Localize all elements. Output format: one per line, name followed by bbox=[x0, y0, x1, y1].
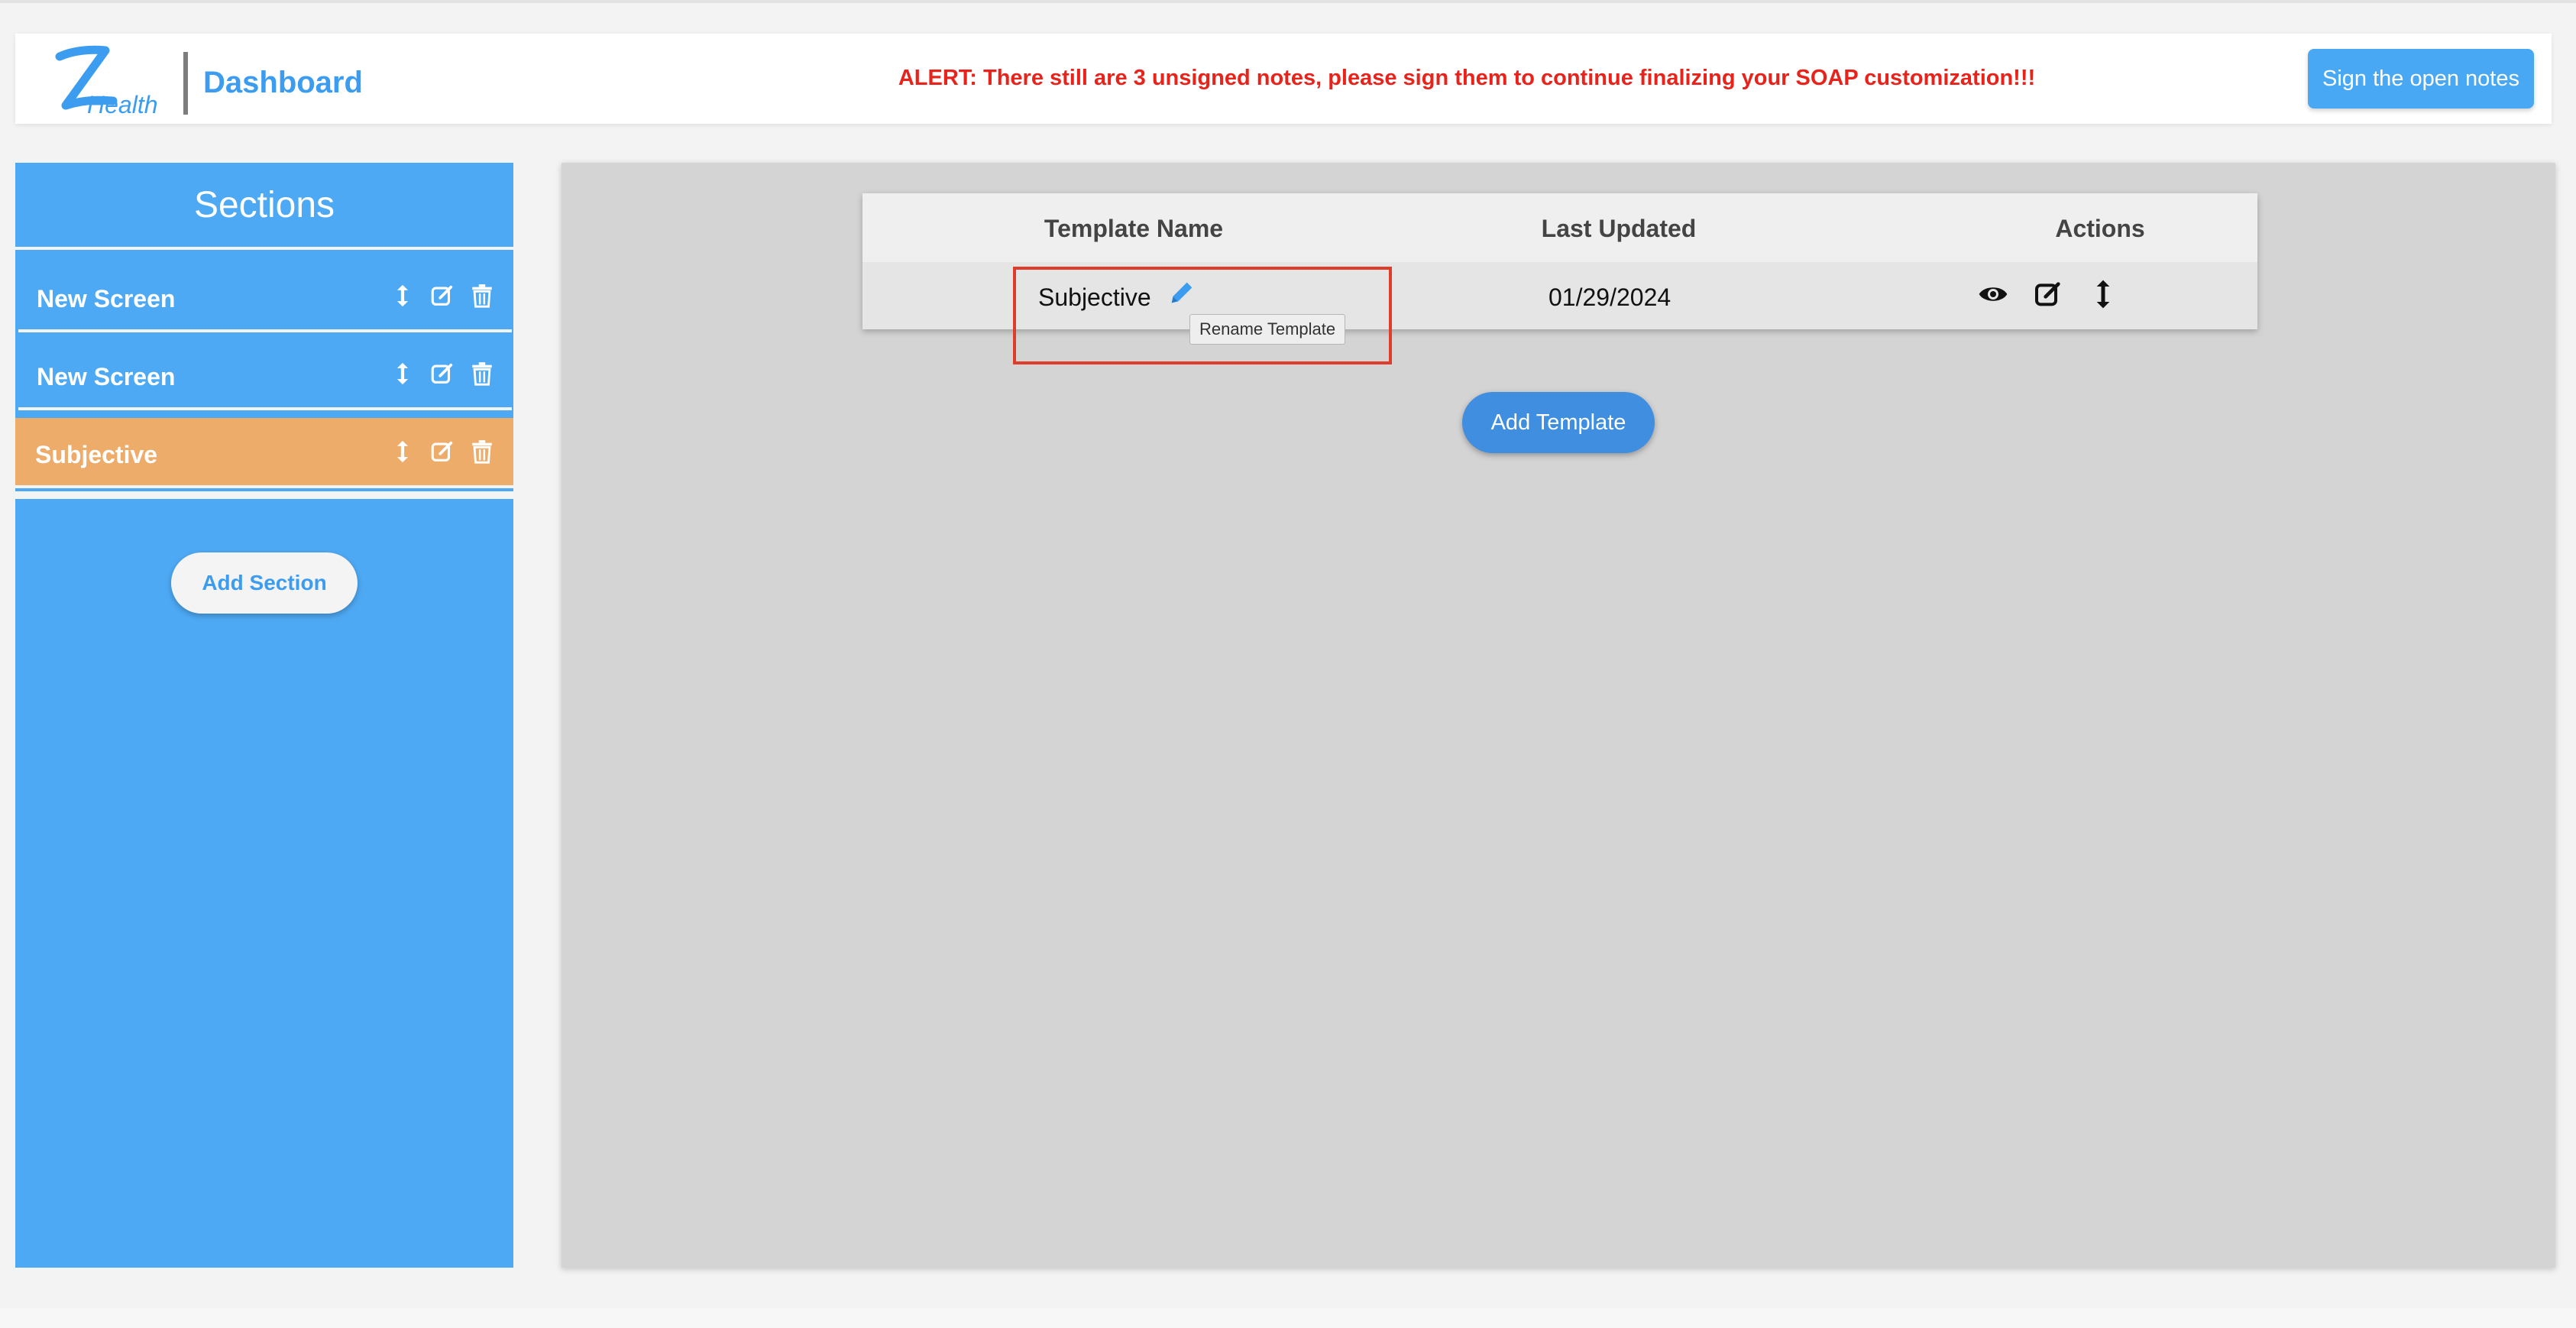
reorder-icon[interactable] bbox=[2088, 279, 2118, 309]
zhealth-logo[interactable]: Health bbox=[43, 44, 180, 121]
edit-icon[interactable] bbox=[429, 282, 455, 309]
reorder-icon[interactable] bbox=[390, 360, 416, 387]
sections-sidebar: Sections New Screen New Screen Subjectiv… bbox=[15, 163, 513, 1268]
section-item-subjective[interactable]: Subjective bbox=[15, 418, 513, 488]
section-item-new-screen-2[interactable]: New Screen bbox=[18, 340, 512, 410]
section-item-label: Subjective bbox=[35, 441, 158, 468]
delete-icon[interactable] bbox=[469, 282, 495, 309]
page-footer-band bbox=[0, 1308, 2576, 1328]
delete-icon[interactable] bbox=[469, 438, 495, 465]
page-title: Dashboard bbox=[203, 66, 363, 99]
section-item-new-screen-1[interactable]: New Screen bbox=[18, 262, 512, 332]
edit-icon[interactable] bbox=[2033, 279, 2063, 309]
edit-icon[interactable] bbox=[429, 438, 455, 465]
section-item-label: New Screen bbox=[37, 285, 176, 313]
edit-icon[interactable] bbox=[429, 360, 455, 387]
reorder-icon[interactable] bbox=[390, 282, 416, 309]
column-header-last-updated: Last Updated bbox=[1541, 215, 1697, 242]
last-updated-cell: 01/29/2024 bbox=[1549, 283, 1671, 311]
sidebar-divider bbox=[15, 247, 513, 250]
view-icon[interactable] bbox=[1978, 279, 2008, 309]
rename-pencil-icon[interactable] bbox=[1167, 277, 1197, 308]
unsigned-notes-alert: ALERT: There still are 3 unsigned notes,… bbox=[898, 66, 2036, 90]
table-header: Template Name Last Updated Actions bbox=[862, 193, 2257, 262]
delete-icon[interactable] bbox=[469, 360, 495, 387]
top-border bbox=[0, 0, 2576, 3]
templates-panel: Template Name Last Updated Actions Subje… bbox=[561, 163, 2555, 1268]
app-header: Health Dashboard ALERT: There still are … bbox=[15, 34, 2552, 124]
reorder-icon[interactable] bbox=[390, 438, 416, 465]
sidebar-title: Sections bbox=[193, 185, 335, 225]
logo-text: Health bbox=[87, 91, 158, 118]
section-item-label: New Screen bbox=[37, 363, 176, 390]
column-header-template-name: Template Name bbox=[1044, 215, 1224, 242]
logo-divider bbox=[183, 52, 188, 115]
column-header-actions: Actions bbox=[2055, 215, 2145, 242]
rename-template-tooltip: Rename Template bbox=[1189, 314, 1346, 345]
add-section-button[interactable]: Add Section bbox=[171, 552, 358, 614]
sidebar-spacer bbox=[15, 491, 513, 499]
sign-open-notes-button[interactable]: Sign the open notes bbox=[2308, 49, 2534, 109]
templates-table: Template Name Last Updated Actions Subje… bbox=[862, 193, 2257, 329]
add-template-button[interactable]: Add Template bbox=[1462, 392, 1655, 453]
template-name-cell: Subjective bbox=[1038, 283, 1151, 311]
